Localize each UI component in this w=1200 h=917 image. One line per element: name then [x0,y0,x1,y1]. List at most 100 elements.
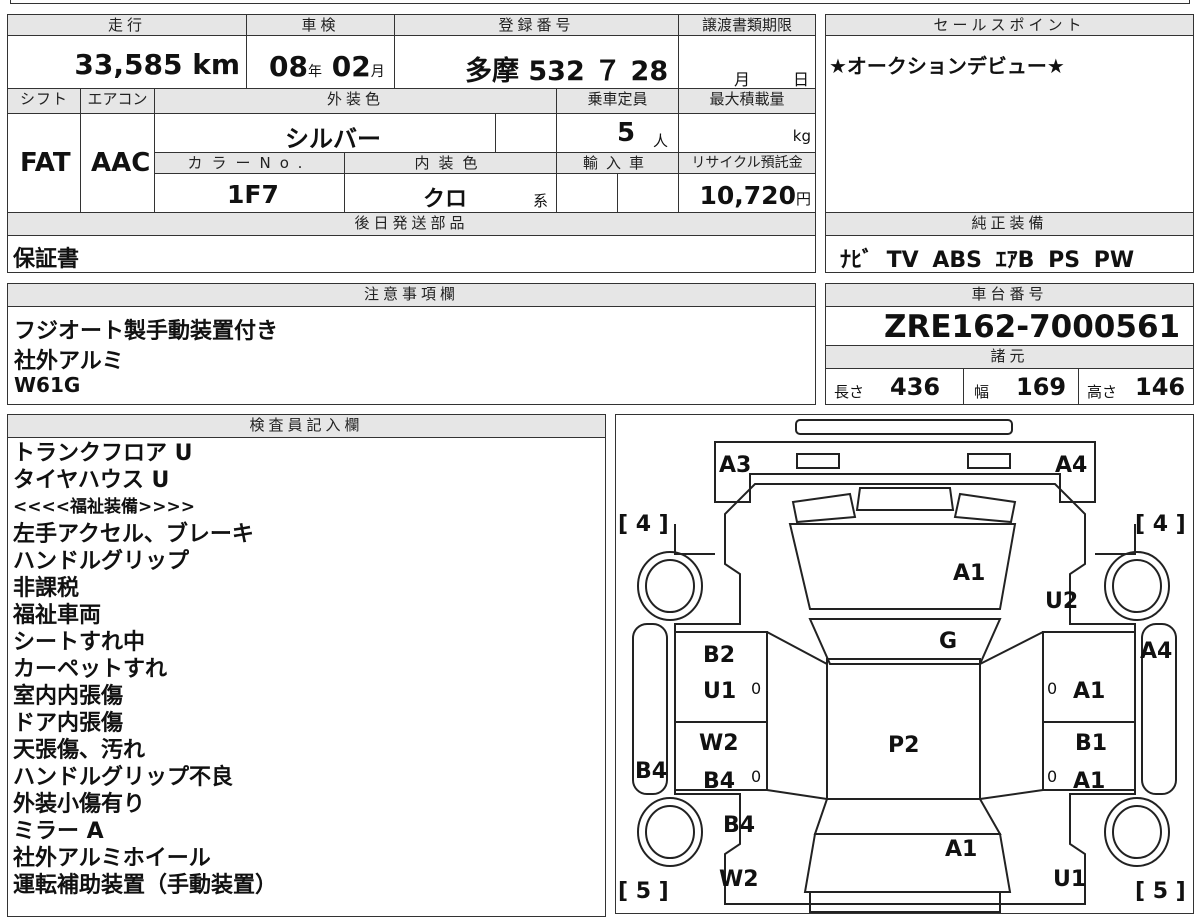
interior-color-header: 内装色 [344,152,557,174]
mark-a4-front: A4 [1055,453,1087,478]
notes-header: 注意事項欄 [7,283,816,307]
ac-value: AAC [91,148,151,178]
inspector-line: 福祉車両 [13,603,102,628]
grille-shape [791,492,857,524]
mark-w2-rear: W2 [719,867,759,892]
shift-header: シフト [7,88,81,114]
mark-b4-lr: B4 [703,769,735,794]
later-parts-text: 保証書 [13,247,80,272]
ac-cell: AAC [80,113,155,213]
inspector-line: ミラー A [13,819,104,844]
inspector-line: 室内内張傷 [13,684,124,709]
max-load-cell: kg [678,113,816,153]
wheel-rear-right-inner [1112,805,1162,859]
inspector-line: シートすれ中 [13,630,146,655]
mark-b4-rear: B4 [723,813,755,838]
registration-header: 登録番号 [394,14,679,36]
recycle-number: 10,720 [699,181,796,210]
capacity-cell: 5 人 [556,113,679,153]
color-no-cell: 1F7 [154,173,345,213]
inspector-line: ドア内張傷 [13,711,124,736]
inspector-cell: トランクフロア U タイヤハウス U <<<<福祉装備>>>> 左手アクセル、ブレーキ… [7,437,606,917]
sales-header: セールスポイント [825,14,1194,36]
wheel-front-right-inner [1112,559,1162,613]
body-outline-shape [674,483,1136,905]
front-bumper-shape [795,419,1013,435]
sales-cell: ★オークションデビュー★ [825,35,1194,213]
mark-u1-left: U1 [703,679,736,704]
inspector-lines: トランクフロア U タイヤハウス U <<<<福祉装備>>>> 左手アクセル、ブレーキ… [13,440,277,899]
interior-color-value: クロ [423,187,468,212]
damage-diagram-panel: [ 4 ] [ 4 ] [ 5 ] [ 5 ] A3 A4 A1 U2 G B2… [615,414,1194,914]
mark-zero-rf: 0 [1047,679,1057,698]
top-clipped-strip [10,0,1190,4]
notes-cell: フジオート製手動装置付き 社外アルミ W61G [7,306,816,405]
inspection-cell: 08年 02月 [246,35,395,89]
transfer-header: 譲渡書類期限 [678,14,816,36]
grille-shape-3 [855,487,955,511]
height-value: 146 [1135,373,1186,401]
mark-g: G [939,629,957,654]
capacity-header: 乗車定員 [556,88,679,114]
mark-a1-trunk: A1 [945,837,977,862]
mark-b1: B1 [1075,731,1107,756]
inspection-year-unit: 年 [307,64,322,80]
tire-rear-left-label: [ 5 ] [618,879,669,904]
wheel-front-left-inner [645,559,695,613]
mark-a1-rf: A1 [1073,679,1105,704]
length-label: 長さ [834,383,865,401]
recycle-value: 10,720円 [700,181,812,210]
rear-window-shape [813,798,1002,835]
wheel-rear-left [637,797,703,867]
inspector-line: 運転補助装置（手動装置） [13,873,278,898]
width-value: 169 [1016,373,1067,401]
inspector-header: 検査員記入欄 [7,414,606,438]
right-headlight-shape [967,453,1011,469]
color-no-value: 1F7 [227,180,279,209]
inspector-line: トランクフロア U [13,441,193,466]
mileage-unit: km [192,48,240,81]
left-mirror-shape [674,524,715,555]
interior-color-unit: 系 [533,192,549,210]
color-no-header: カラーNo. [154,152,345,174]
car-diagram: [ 4 ] [ 4 ] [ 5 ] [ 5 ] A3 A4 A1 U2 G B2… [618,419,1186,913]
wheel-front-right [1104,551,1170,621]
inspection-month: 02 [331,50,371,83]
width-cell: 幅 169 [963,368,1079,405]
tire-front-left-label: [ 4 ] [618,512,669,537]
inspector-line: カーペットすれ [13,657,168,682]
inspection-value: 08年 02月 [269,50,385,83]
import-cell-left [556,173,618,213]
later-parts-header: 後日発送部品 [7,212,816,236]
capacity-unit: 人 [653,132,669,150]
inspector-line: タイヤハウス U [13,468,170,493]
front-section-shape [714,441,1096,503]
inspector-line: 外装小傷有り [13,792,146,817]
notes-line: 社外アルミ [14,349,124,374]
inspector-line: ハンドルグリップ不良 [13,765,234,790]
wheel-rear-right [1104,797,1170,867]
recycle-cell: 10,720円 [678,173,816,213]
shift-cell: FAT [7,113,81,213]
inspection-header: 車検 [246,14,395,36]
import-cell-right [617,173,679,213]
mark-p2: P2 [888,733,919,758]
recycle-header: リサイクル預託金 [678,152,816,174]
chassis-cell: ZRE162-7000561 [825,306,1194,346]
right-sill-line [979,631,1044,665]
dims-header: 諸元 [825,345,1194,369]
max-load-unit: kg [792,127,811,145]
width-label: 幅 [974,383,990,401]
windshield-shape [808,618,1002,665]
right-sill-line-2 [979,789,1044,800]
transfer-day-unit: 日 [793,70,810,89]
left-sill-line-2 [766,789,828,800]
notes-line: W61G [14,373,81,397]
mark-zero-rr: 0 [1047,767,1057,786]
inspector-line: 非課税 [13,576,80,601]
length-value: 436 [890,373,941,401]
sales-text: ★オークションデビュー★ [829,54,1065,78]
exterior-color-header: 外装色 [154,88,557,114]
mark-a1-rr: A1 [1073,769,1105,794]
inspector-line: 天張傷、汚れ [13,738,146,763]
